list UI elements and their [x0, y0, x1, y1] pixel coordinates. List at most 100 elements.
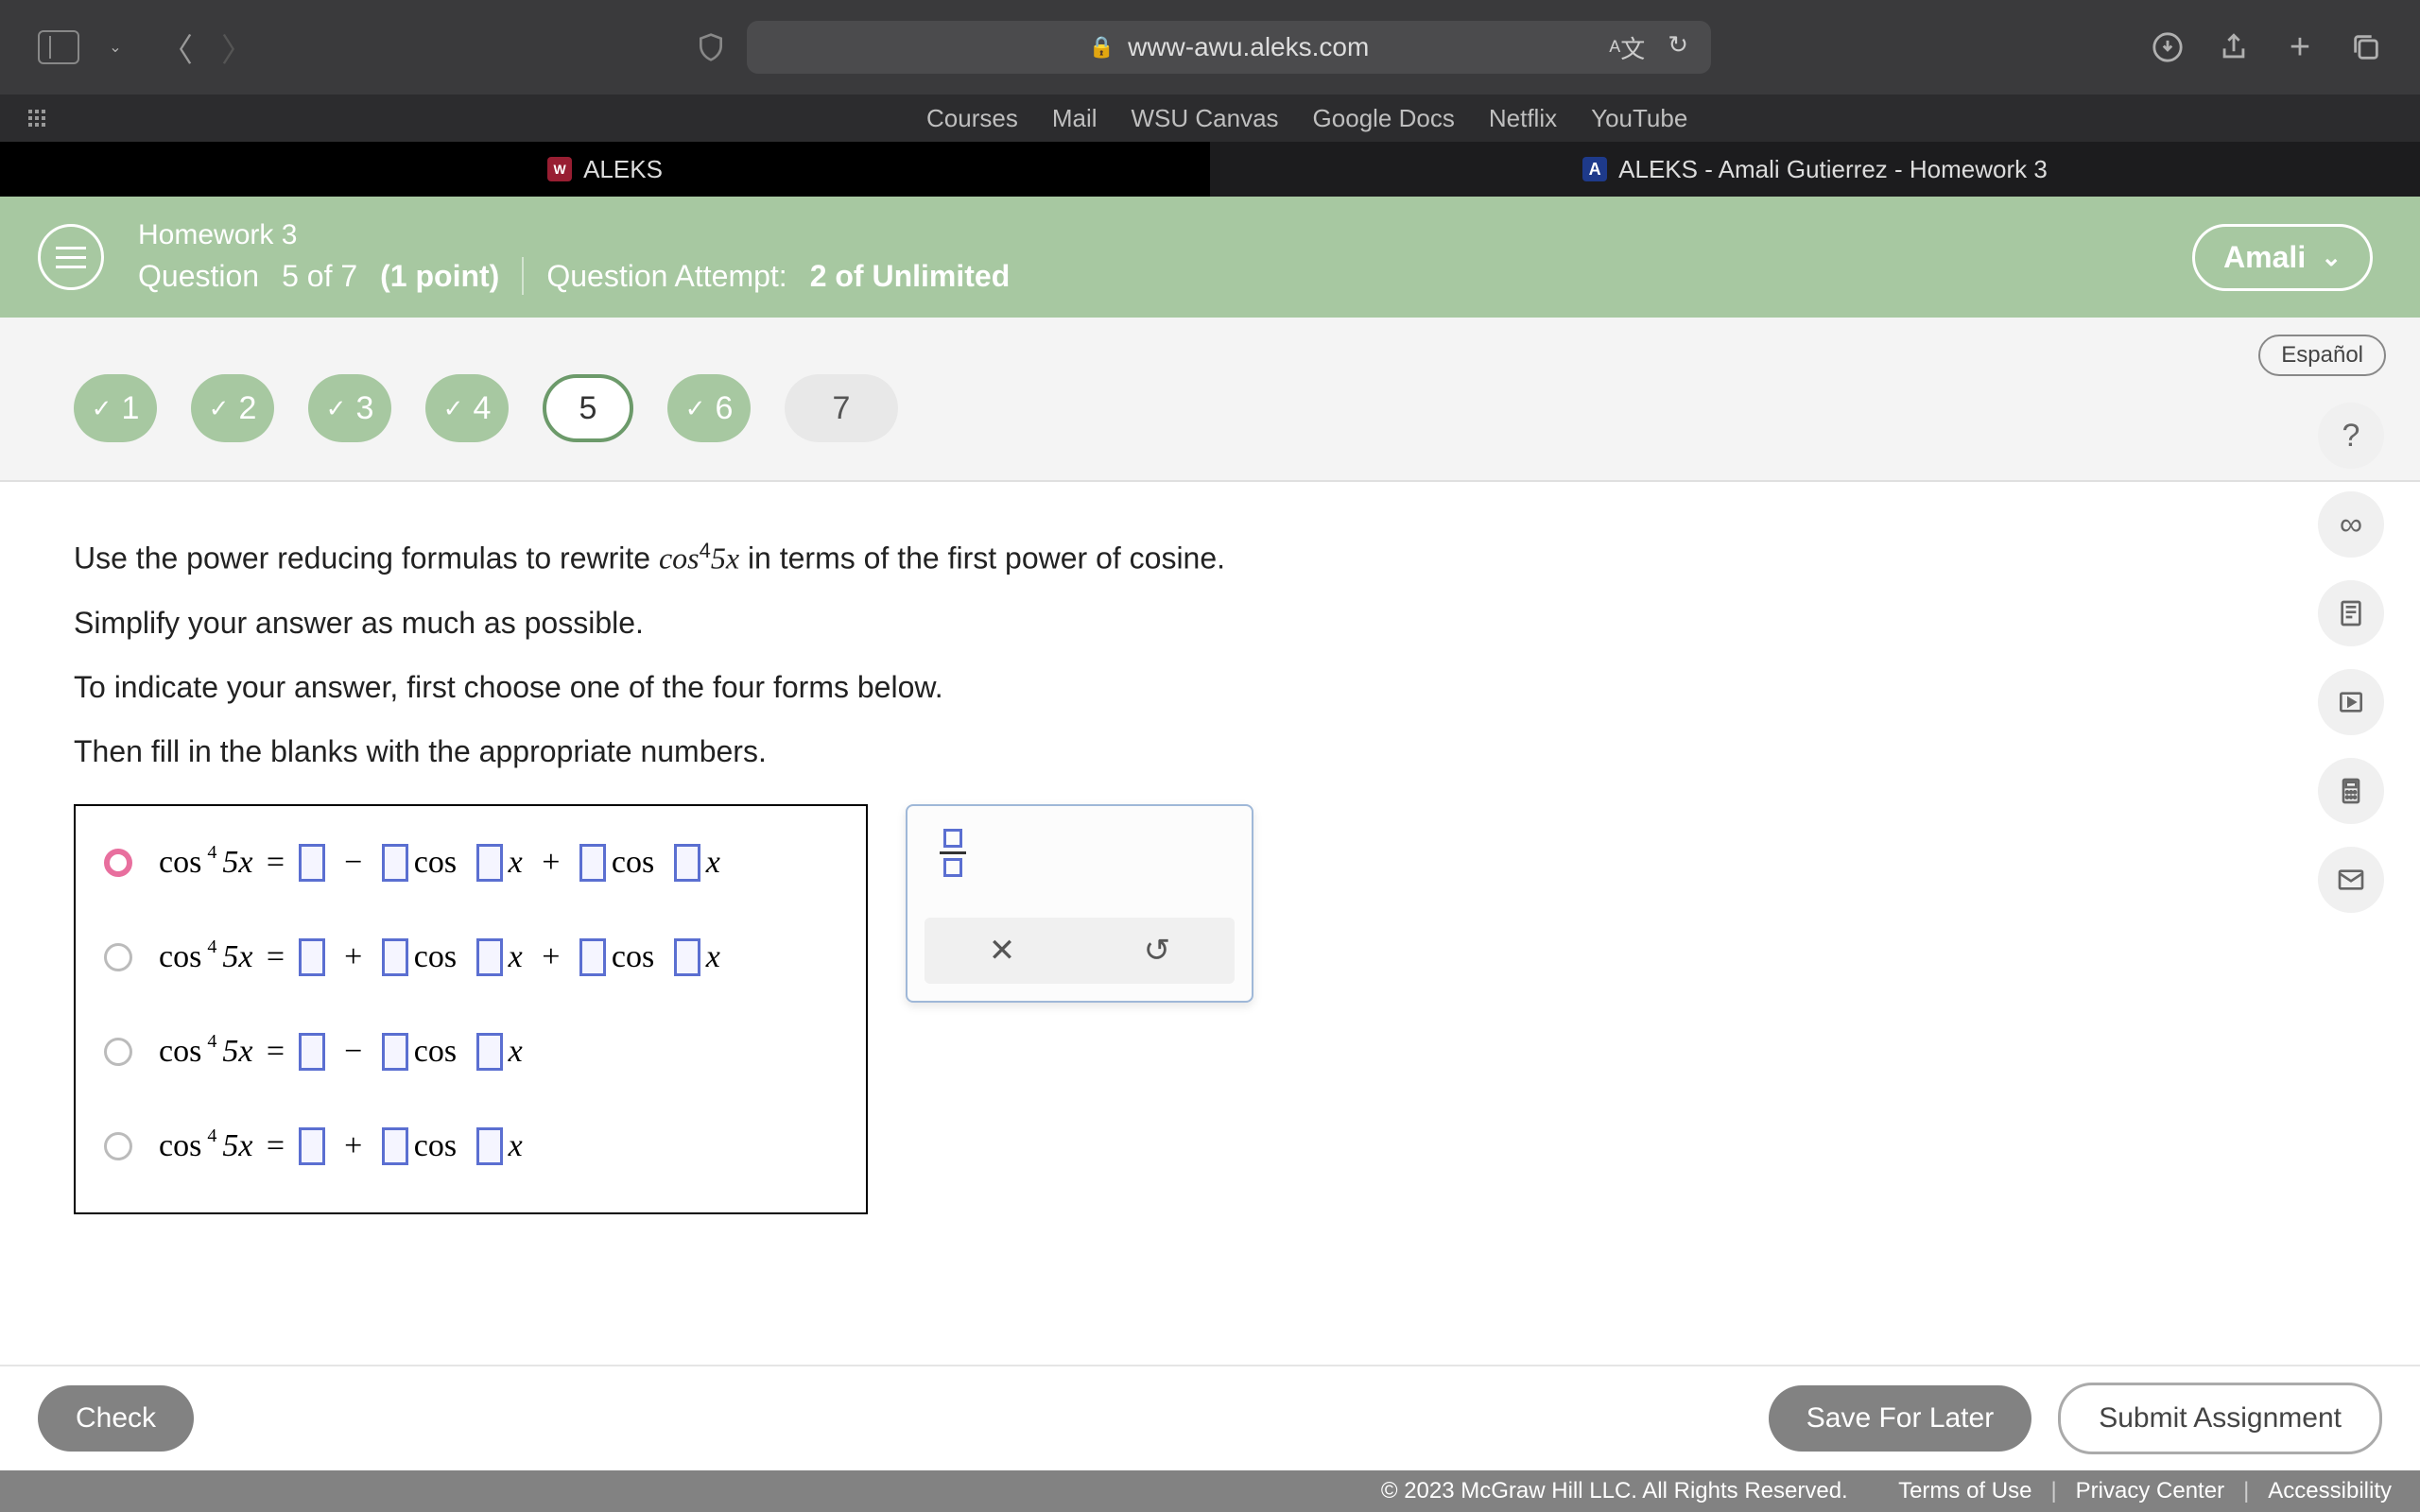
option-expression: cos45x = − cos x + cos x — [159, 844, 720, 882]
question-pill-1[interactable]: ✓1 — [74, 374, 157, 442]
bookmark-mail[interactable]: Mail — [1052, 104, 1098, 133]
language-toggle[interactable]: Español — [2258, 335, 2386, 376]
instruction-line-4: Then fill in the blanks with the appropr… — [74, 729, 2346, 774]
question-nav-bar: Español ✓1 ✓2 ✓3 ✓4 5 ✓6 7 — [0, 318, 2420, 482]
bookmark-netflix[interactable]: Netflix — [1489, 104, 1557, 133]
check-icon: ✓ — [326, 394, 347, 423]
browser-toolbar: ⌄ 〈 〉 🔒 www-awu.aleks.com ᴬ文 ↻ + — [0, 0, 2420, 94]
video-icon[interactable] — [2318, 669, 2384, 735]
question-pill-6[interactable]: ✓6 — [667, 374, 751, 442]
check-icon: ✓ — [443, 394, 464, 423]
check-icon: ✓ — [92, 394, 112, 423]
bookmark-youtube[interactable]: YouTube — [1591, 104, 1687, 133]
menu-button[interactable] — [38, 224, 104, 290]
radio-button[interactable] — [104, 943, 132, 971]
tab-favicon: A — [1582, 157, 1607, 181]
message-icon[interactable] — [2318, 847, 2384, 913]
bookmark-courses[interactable]: Courses — [926, 104, 1018, 133]
aleks-header: Homework 3 Question 5 of 7 (1 point) Que… — [0, 197, 2420, 318]
bookmark-google-docs[interactable]: Google Docs — [1313, 104, 1455, 133]
option-expression: cos45x = + cos x + cos x — [159, 938, 720, 976]
chevron-down-icon[interactable]: ⌄ — [98, 30, 132, 64]
option-2[interactable]: cos45x = + cos x + cos x — [104, 938, 838, 976]
privacy-link[interactable]: Privacy Center — [2076, 1478, 2224, 1504]
blank-input[interactable] — [299, 844, 325, 882]
blank-input[interactable] — [476, 938, 503, 976]
check-icon: ✓ — [209, 394, 230, 423]
back-button[interactable]: 〈 — [161, 25, 193, 71]
tab-overview-icon[interactable] — [2350, 31, 2382, 63]
apps-grid-icon[interactable] — [28, 110, 45, 127]
browser-tab-2[interactable]: A ALEKS - Amali Gutierrez - Homework 3 — [1210, 142, 2420, 197]
blank-input[interactable] — [382, 844, 408, 882]
question-points: (1 point) — [380, 259, 499, 294]
accessibility-link[interactable]: Accessibility — [2268, 1478, 2392, 1504]
help-sidebar: ? ∞ — [2318, 403, 2384, 913]
chevron-down-icon: ⌄ — [2321, 243, 2342, 272]
assignment-title: Homework 3 — [138, 219, 1010, 251]
tab-favicon: W — [547, 157, 572, 181]
bookmarks-bar: Courses Mail WSU Canvas Google Docs Netf… — [0, 94, 2420, 142]
privacy-shield-icon[interactable] — [694, 30, 728, 64]
blank-input[interactable] — [382, 1127, 408, 1165]
browser-tab-1[interactable]: W ALEKS — [0, 142, 1210, 197]
question-label: Question — [138, 259, 259, 294]
question-pill-4[interactable]: ✓4 — [425, 374, 509, 442]
submit-assignment-button[interactable]: Submit Assignment — [2058, 1383, 2382, 1454]
blank-input[interactable] — [674, 844, 700, 882]
radio-button[interactable] — [104, 849, 132, 877]
blank-input[interactable] — [579, 938, 606, 976]
footer: © 2023 McGraw Hill LLC. All Rights Reser… — [0, 1470, 2420, 1512]
share-icon[interactable] — [2218, 31, 2250, 63]
notes-icon[interactable] — [2318, 580, 2384, 646]
sidebar-toggle-icon[interactable] — [38, 30, 79, 64]
user-menu[interactable]: Amali ⌄ — [2192, 224, 2373, 291]
blank-input[interactable] — [476, 844, 503, 882]
blank-input[interactable] — [579, 844, 606, 882]
blank-input[interactable] — [299, 1033, 325, 1071]
option-3[interactable]: cos45x = − cos x — [104, 1033, 838, 1071]
address-bar[interactable]: 🔒 www-awu.aleks.com ᴬ文 ↻ — [747, 21, 1711, 74]
clear-button[interactable]: ✕ — [925, 918, 1080, 984]
forward-button: 〉 — [221, 25, 253, 71]
option-4[interactable]: cos45x = + cos x — [104, 1127, 838, 1165]
undo-button[interactable]: ↺ — [1080, 918, 1235, 984]
downloads-icon[interactable] — [2152, 31, 2184, 63]
check-button[interactable]: Check — [38, 1385, 194, 1452]
check-icon: ✓ — [685, 394, 706, 423]
blank-input[interactable] — [476, 1033, 503, 1071]
terms-link[interactable]: Terms of Use — [1898, 1478, 2031, 1504]
radio-button[interactable] — [104, 1132, 132, 1160]
blank-input[interactable] — [476, 1127, 503, 1165]
save-for-later-button[interactable]: Save For Later — [1769, 1385, 2031, 1452]
attempt-label: Question Attempt: — [546, 259, 786, 294]
question-pill-7[interactable]: 7 — [785, 374, 898, 442]
bookmark-wsu-canvas[interactable]: WSU Canvas — [1132, 104, 1279, 133]
reload-icon[interactable]: ↻ — [1668, 30, 1688, 65]
radio-button[interactable] — [104, 1038, 132, 1066]
instruction-line-3: To indicate your answer, first choose on… — [74, 664, 2346, 710]
copyright-text: © 2023 McGraw Hill LLC. All Rights Reser… — [1381, 1478, 1848, 1504]
url-text: www-awu.aleks.com — [1128, 32, 1369, 62]
blank-input[interactable] — [299, 938, 325, 976]
tab-label: ALEKS - Amali Gutierrez - Homework 3 — [1618, 155, 2048, 184]
math-toolbox: ✕ ↺ — [906, 804, 1253, 1003]
fraction-tool[interactable] — [925, 823, 981, 884]
calculator-icon[interactable] — [2318, 758, 2384, 824]
blank-input[interactable] — [299, 1127, 325, 1165]
answer-options-box: cos45x = − cos x + cos x cos45x = + cos … — [74, 804, 868, 1214]
question-number: 5 of 7 — [282, 259, 357, 294]
blank-input[interactable] — [382, 1033, 408, 1071]
question-pill-3[interactable]: ✓3 — [308, 374, 391, 442]
new-tab-icon[interactable]: + — [2284, 31, 2316, 63]
question-pill-2[interactable]: ✓2 — [191, 374, 274, 442]
blank-input[interactable] — [382, 938, 408, 976]
read-aloud-icon[interactable]: ∞ — [2318, 491, 2384, 558]
help-icon[interactable]: ? — [2318, 403, 2384, 469]
option-1[interactable]: cos45x = − cos x + cos x — [104, 844, 838, 882]
attempt-value: 2 of Unlimited — [810, 259, 1011, 294]
blank-input[interactable] — [674, 938, 700, 976]
translate-icon[interactable]: ᴬ文 — [1609, 30, 1645, 65]
question-pill-5[interactable]: 5 — [543, 374, 633, 442]
option-expression: cos45x = + cos x — [159, 1127, 523, 1165]
